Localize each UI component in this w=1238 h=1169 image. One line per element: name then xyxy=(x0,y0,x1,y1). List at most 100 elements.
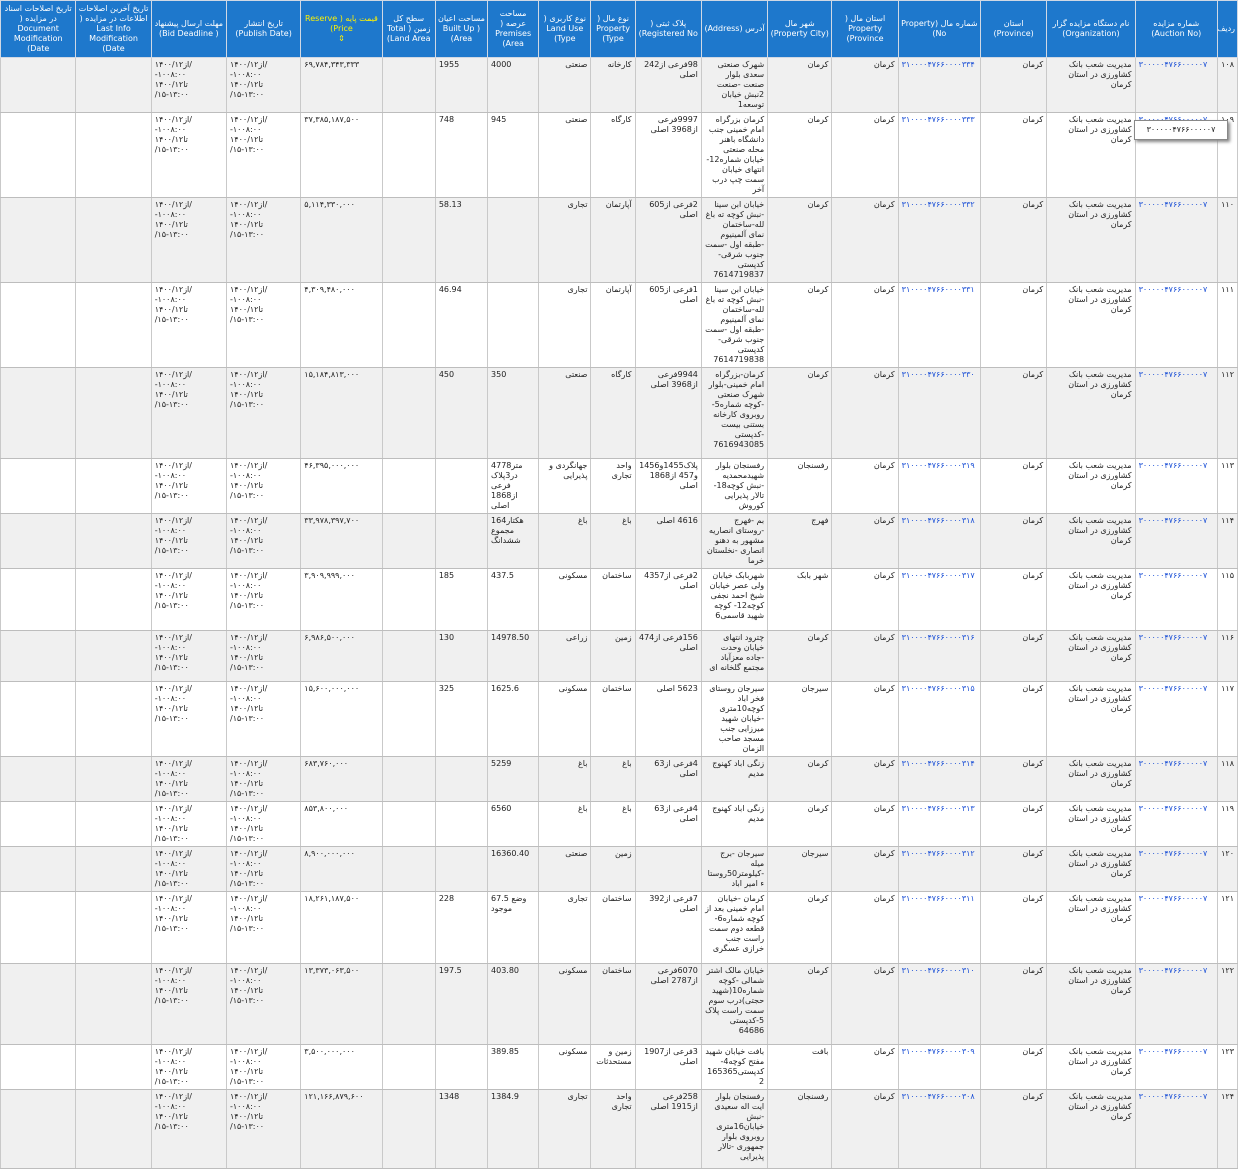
column-header-reg[interactable]: پلاک ثبتی ( Registered No) xyxy=(634,0,702,58)
table-row[interactable]: ۱۲۲ ۳۰۰۰۰۰۴۷۶۶۰۰۰۰۰۷ مدیریت شعب بانک کشاور… xyxy=(0,963,1238,1045)
cell-propno[interactable]: ۳۱۰۰۰۰۴۷۶۶۰۰۰۰۳۱۵ xyxy=(897,681,981,757)
cell-auction[interactable]: ۳۰۰۰۰۰۴۷۶۶۰۰۰۰۰۷ xyxy=(1134,630,1218,682)
cell-propno[interactable]: ۳۱۰۰۰۰۴۷۶۶۰۰۰۰۳۱۲ xyxy=(897,846,981,892)
cell-auction[interactable]: ۳۰۰۰۰۰۴۷۶۶۰۰۰۰۰۷ xyxy=(1134,1089,1218,1169)
cell-propno[interactable]: ۳۱۰۰۰۰۴۷۶۶۰۰۰۰۳۱۹ xyxy=(897,458,981,514)
cell-reg: 1فرعی از605 اصلی xyxy=(634,282,702,368)
table-row[interactable]: ۱۲۰ ۳۰۰۰۰۰۴۷۶۶۰۰۰۰۰۷ مدیریت شعب بانک کشاور… xyxy=(0,846,1238,892)
table-row[interactable]: ۱۱۱ ۳۰۰۰۰۰۴۷۶۶۰۰۰۰۰۷ مدیریت شعب بانک کشاور… xyxy=(0,282,1238,368)
cell-reg: 4فرعی از63 اصلی xyxy=(634,801,702,847)
cell-address: خیابان ابن سینا -نبش کوچه ته باغ لله-ساخ… xyxy=(700,282,769,368)
table-row[interactable]: ۱۰۹۳۰۰۰۰۰۴۷۶۶۰۰۰۰۰۷مدیریت شعب بانک کشاور… xyxy=(0,112,1238,198)
cell-type: کارخانه xyxy=(590,57,636,113)
column-header-deadline[interactable]: مهلت ارسال پیشنهاد ( Bid Deadline) xyxy=(150,0,228,58)
cell-row: ۱۱۸ xyxy=(1216,756,1238,802)
cell-propno[interactable]: ۳۱۰۰۰۰۴۷۶۶۰۰۰۰۳۳۴ xyxy=(897,57,981,113)
cell-propno[interactable]: ۳۱۰۰۰۰۴۷۶۶۰۰۰۰۳۳۰ xyxy=(897,367,981,459)
column-header-publish[interactable]: تاریخ انتشار (Publish Date) xyxy=(225,0,302,58)
cell-propno[interactable]: ۳۱۰۰۰۰۴۷۶۶۰۰۰۰۳۱۳ xyxy=(897,801,981,847)
column-header-org[interactable]: نام دستگاه مزایده گزار (Organization) xyxy=(1046,0,1136,58)
cell-price: ۴۶,۳۹۵,۰۰۰,۰۰۰ xyxy=(300,458,383,514)
table-row[interactable]: ۱۰۸ ۳۰۰۰۰۰۴۷۶۶۰۰۰۰۰۷ مدیریت شعب بانک کشاور… xyxy=(0,57,1238,113)
cell-propno[interactable]: ۳۱۰۰۰۰۴۷۶۶۰۰۰۰۳۳۲ xyxy=(897,197,981,283)
cell-city: کرمان xyxy=(767,891,833,964)
cell-auction[interactable]: ۳۰۰۰۰۰۴۷۶۶۰۰۰۰۰۷ xyxy=(1134,963,1218,1045)
cell-propno[interactable]: ۳۱۰۰۰۰۴۷۶۶۰۰۰۰۳۰۹ xyxy=(897,1044,981,1090)
column-header-auction[interactable]: شماره مزایده (Auction No) xyxy=(1134,0,1218,58)
cell-reg: 6070فرعی از2787 اصلی xyxy=(634,963,702,1045)
column-header-propprov[interactable]: استان مال ( Property Province) xyxy=(831,0,899,58)
column-header-area[interactable]: مساحت عرصه ( Premises Area) xyxy=(487,0,540,58)
cell-propprov: کرمان xyxy=(831,1089,899,1169)
column-header-use[interactable]: نوع کاربری ( Land Use Type) xyxy=(538,0,592,58)
cell-reg: 3فرعی از1907 اصلی xyxy=(634,1044,702,1090)
column-header-province[interactable]: استان (Province) xyxy=(979,0,1048,58)
cell-publish: از۱۴۰۰/۱۲/ -۱۰۰۸:۰۰ ۱۴۰۰/۱۲تا /۱۵-۱۳:۰۰ xyxy=(225,197,302,283)
column-header-type[interactable]: نوع مال ( Property Type) xyxy=(590,0,636,58)
cell-land xyxy=(381,846,436,892)
cell-type: ساختمان xyxy=(590,891,636,964)
column-header-row[interactable]: ردیف xyxy=(1216,0,1238,58)
cell-auction[interactable]: ۳۰۰۰۰۰۴۷۶۶۰۰۰۰۰۷ xyxy=(1134,846,1218,892)
table-row[interactable]: ۱۱۲ ۳۰۰۰۰۰۴۷۶۶۰۰۰۰۰۷ مدیریت شعب بانک کشاور… xyxy=(0,367,1238,459)
cell-row: ۱۱۹ xyxy=(1216,801,1238,847)
cell-docmod xyxy=(0,112,77,198)
table-row[interactable]: ۱۲۱ ۳۰۰۰۰۰۴۷۶۶۰۰۰۰۰۷ مدیریت شعب بانک کشاور… xyxy=(0,891,1238,964)
table-row[interactable]: ۱۱۷ ۳۰۰۰۰۰۴۷۶۶۰۰۰۰۰۷ مدیریت شعب بانک کشاور… xyxy=(0,681,1238,757)
cell-land xyxy=(381,197,436,283)
cell-propno[interactable]: ۳۱۰۰۰۰۴۷۶۶۰۰۰۰۳۰۸ xyxy=(897,1089,981,1169)
cell-propno[interactable]: ۳۱۰۰۰۰۴۷۶۶۰۰۰۰۳۳۱ xyxy=(897,282,981,368)
cell-auction[interactable]: ۳۰۰۰۰۰۴۷۶۶۰۰۰۰۰۷ xyxy=(1134,681,1218,757)
cell-address: زنگی اباد کهنوج مدیم xyxy=(700,801,769,847)
cell-city: کرمان xyxy=(767,282,833,368)
cell-built: 1955 xyxy=(434,57,489,113)
cell-propno[interactable]: ۳۱۰۰۰۰۴۷۶۶۰۰۰۰۳۱۷ xyxy=(897,568,981,631)
column-header-address[interactable]: آدرس (Address) xyxy=(700,0,769,58)
cell-auction[interactable]: ۳۰۰۰۰۰۴۷۶۶۰۰۰۰۰۷ xyxy=(1134,282,1218,368)
cell-auction[interactable]: ۳۰۰۰۰۰۴۷۶۶۰۰۰۰۰۷ xyxy=(1134,891,1218,964)
column-header-built[interactable]: مساحت اعیان ( Built Up Area) xyxy=(434,0,489,58)
cell-province: کرمان xyxy=(979,963,1048,1045)
cell-auction[interactable]: ۳۰۰۰۰۰۴۷۶۶۰۰۰۰۰۷ xyxy=(1134,367,1218,459)
cell-city: رفسنجان xyxy=(767,1089,833,1169)
column-header-lastmod[interactable]: تاریخ آخرین اصلاحات اطلاعات در مزایده ( … xyxy=(75,0,152,58)
cell-auction[interactable]: ۳۰۰۰۰۰۴۷۶۶۰۰۰۰۰۷ xyxy=(1134,756,1218,802)
table-row[interactable]: ۱۲۳ ۳۰۰۰۰۰۴۷۶۶۰۰۰۰۰۷ مدیریت شعب بانک کشاور… xyxy=(0,1044,1238,1090)
cell-auction[interactable]: ۳۰۰۰۰۰۴۷۶۶۰۰۰۰۰۷ xyxy=(1134,1044,1218,1090)
cell-area: 4778متر در3پلاک فرعی از1868 اصلی xyxy=(487,458,540,514)
table-row[interactable]: ۱۱۳ ۳۰۰۰۰۰۴۷۶۶۰۰۰۰۰۷ مدیریت شعب بانک کشاور… xyxy=(0,458,1238,514)
cell-price: ۶۸۳,۷۶۰,۰۰۰ xyxy=(300,756,383,802)
cell-propno[interactable]: ۳۱۰۰۰۰۴۷۶۶۰۰۰۰۳۱۰ xyxy=(897,963,981,1045)
cell-deadline: از۱۴۰۰/۱۲/ -۱۰۰۸:۰۰ ۱۴۰۰/۱۲تا /۱۵-۱۳:۰۰ xyxy=(150,846,228,892)
cell-propno[interactable]: ۳۱۰۰۰۰۴۷۶۶۰۰۰۰۳۳۳ xyxy=(897,112,981,198)
cell-propno[interactable]: ۳۱۰۰۰۰۴۷۶۶۰۰۰۰۳۱۶ xyxy=(897,630,981,682)
cell-address: سیرجان روستای فخر اباد کوچه10متری -خیابا… xyxy=(700,681,769,757)
cell-auction[interactable]: ۳۰۰۰۰۰۴۷۶۶۰۰۰۰۰۷ xyxy=(1134,801,1218,847)
cell-price: ۶۹,۷۸۴,۳۴۳,۳۳۳ xyxy=(300,57,383,113)
sort-arrow-icon[interactable]: ⇕ xyxy=(338,34,345,43)
table-row[interactable]: ۱۱۰ ۳۰۰۰۰۰۴۷۶۶۰۰۰۰۰۷ مدیریت شعب بانک کشاور… xyxy=(0,197,1238,283)
column-header-city[interactable]: شهر مال (Property City) xyxy=(767,0,833,58)
table-row[interactable]: ۱۱۴ ۳۰۰۰۰۰۴۷۶۶۰۰۰۰۰۷ مدیریت شعب بانک کشاور… xyxy=(0,513,1238,569)
cell-auction[interactable]: ۳۰۰۰۰۰۴۷۶۶۰۰۰۰۰۷ xyxy=(1134,513,1218,569)
cell-propno[interactable]: ۳۱۰۰۰۰۴۷۶۶۰۰۰۰۳۱۸ xyxy=(897,513,981,569)
table-row[interactable]: ۱۱۸ ۳۰۰۰۰۰۴۷۶۶۰۰۰۰۰۷ مدیریت شعب بانک کشاور… xyxy=(0,756,1238,802)
cell-propno[interactable]: ۳۱۰۰۰۰۴۷۶۶۰۰۰۰۳۱۱ xyxy=(897,891,981,964)
column-header-price[interactable]: قیمت پایه ( Reserve Price) ⇕ xyxy=(300,0,383,58)
cell-auction[interactable]: ۳۰۰۰۰۰۴۷۶۶۰۰۰۰۰۷ xyxy=(1134,458,1218,514)
cell-area: 437.5 xyxy=(487,568,540,631)
table-row[interactable]: ۱۱۹ ۳۰۰۰۰۰۴۷۶۶۰۰۰۰۰۷ مدیریت شعب بانک کشاور… xyxy=(0,801,1238,847)
cell-auction[interactable]: ۳۰۰۰۰۰۴۷۶۶۰۰۰۰۰۷ xyxy=(1134,57,1218,113)
table-row[interactable]: ۱۲۴ ۳۰۰۰۰۰۴۷۶۶۰۰۰۰۰۷ مدیریت شعب بانک کشاور… xyxy=(0,1089,1238,1169)
cell-lastmod xyxy=(75,891,152,964)
table-row[interactable]: ۱۱۶ ۳۰۰۰۰۰۴۷۶۶۰۰۰۰۰۷ مدیریت شعب بانک کشاور… xyxy=(0,630,1238,682)
table-row[interactable]: ۱۱۵ ۳۰۰۰۰۰۴۷۶۶۰۰۰۰۰۷ مدیریت شعب بانک کشاور… xyxy=(0,568,1238,631)
cell-type: ساختمان xyxy=(590,963,636,1045)
column-header-land[interactable]: سطح کل زمین ( Total Land Area) xyxy=(381,0,436,58)
cell-reg: پلاک1455و1456و457 از1868 اصلی xyxy=(634,458,702,514)
column-header-propno[interactable]: شماره مال (Property No) xyxy=(897,0,981,58)
cell-propno[interactable]: ۳۱۰۰۰۰۴۷۶۶۰۰۰۰۳۱۴ xyxy=(897,756,981,802)
cell-auction[interactable]: ۳۰۰۰۰۰۴۷۶۶۰۰۰۰۰۷ xyxy=(1134,568,1218,631)
column-header-docmod[interactable]: تاریخ اصلاحات اسناد در مزایده ( Document… xyxy=(0,0,77,58)
cell-auction[interactable]: ۳۰۰۰۰۰۴۷۶۶۰۰۰۰۰۷ xyxy=(1134,197,1218,283)
